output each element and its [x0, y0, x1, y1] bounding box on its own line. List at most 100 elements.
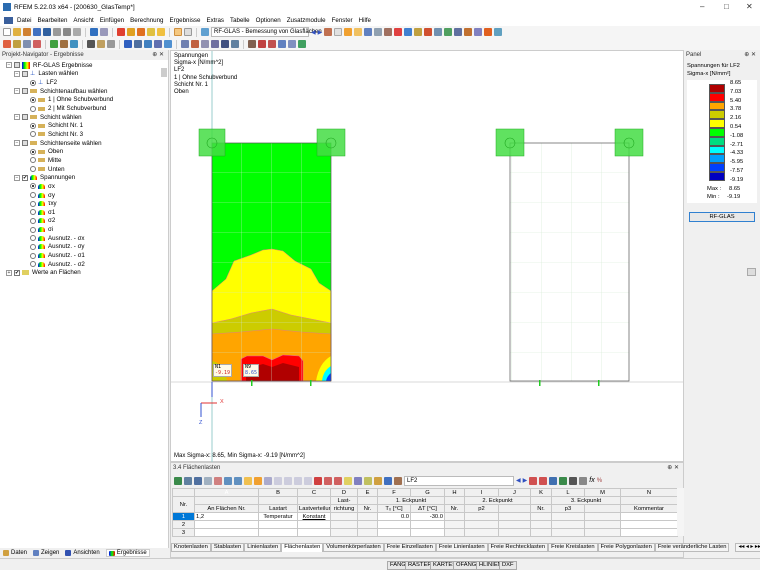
- results-on-icon[interactable]: [344, 28, 353, 36]
- zoom-out-icon[interactable]: [268, 40, 276, 48]
- tab-ergebnisse[interactable]: Ergebnisse: [105, 549, 150, 557]
- redo-icon[interactable]: [254, 476, 262, 485]
- table-cell[interactable]: [330, 528, 358, 537]
- view-toggle-icon[interactable]: [174, 28, 182, 36]
- tool16-icon[interactable]: [494, 28, 503, 36]
- tree-item[interactable]: σi: [30, 225, 53, 234]
- col-icon[interactable]: [344, 476, 352, 485]
- table-cell[interactable]: [498, 512, 531, 521]
- table-cell[interactable]: [357, 520, 378, 529]
- tool15-icon[interactable]: [484, 28, 493, 36]
- tree-item[interactable]: − ✔ Spannungen: [14, 173, 75, 182]
- member-icon[interactable]: [23, 40, 31, 48]
- navigator-scrollbar[interactable]: [160, 62, 168, 540]
- jump-icon[interactable]: [529, 476, 538, 485]
- table-cell[interactable]: 1: [172, 512, 195, 521]
- tree-item[interactable]: 2 | Mit Schubverbund: [30, 104, 106, 113]
- row2-icon[interactable]: [284, 476, 292, 485]
- line-icon[interactable]: [13, 40, 21, 48]
- filter-icon[interactable]: [191, 40, 199, 48]
- table-cell[interactable]: [258, 520, 298, 529]
- checkbox[interactable]: [22, 70, 28, 77]
- tree-item[interactable]: Ausnutz. - σ1: [30, 251, 85, 260]
- tree-item[interactable]: Schicht Nr. 3: [30, 130, 83, 139]
- sheet-tab[interactable]: Volumenkörperlasten: [323, 543, 384, 552]
- panel-pin-close-icon[interactable]: ⊕ ✕: [744, 50, 756, 60]
- column-letter[interactable]: B: [258, 488, 298, 497]
- tool6-icon[interactable]: [394, 28, 403, 36]
- sheet-tab[interactable]: Freie Linienlasten: [435, 543, 488, 552]
- column-letter[interactable]: E: [357, 488, 378, 497]
- radio-button[interactable]: [30, 200, 36, 207]
- tree-item[interactable]: σ2: [30, 217, 55, 226]
- radio-button[interactable]: [30, 131, 36, 138]
- select-icon[interactable]: [384, 476, 392, 485]
- cut-icon[interactable]: [314, 476, 322, 485]
- col2-icon[interactable]: [354, 476, 362, 485]
- table-cell[interactable]: [330, 520, 358, 529]
- load-case-select[interactable]: LF2: [404, 475, 514, 486]
- expand-icon[interactable]: −: [14, 140, 20, 147]
- menu-datei[interactable]: Datei: [17, 17, 31, 24]
- radio-button[interactable]: [30, 261, 36, 268]
- tree-item[interactable]: − Schichtenseite wählen: [14, 139, 102, 148]
- redo-icon[interactable]: [100, 28, 108, 36]
- sheet-tab[interactable]: Freie Einzellasten: [383, 543, 436, 552]
- tool11-icon[interactable]: [444, 28, 453, 36]
- radio-button[interactable]: [30, 157, 36, 164]
- tree-item[interactable]: + ✔ Werte an Flächen: [6, 269, 81, 278]
- table-cell[interactable]: [297, 528, 331, 537]
- print-report-icon[interactable]: [73, 28, 81, 36]
- excel-icon[interactable]: [174, 476, 182, 485]
- panel-icon[interactable]: [147, 28, 155, 36]
- tree-item[interactable]: σy: [30, 191, 55, 200]
- checkbox[interactable]: [22, 140, 28, 147]
- menu-hilfe[interactable]: Hilfe: [359, 17, 371, 24]
- menu-optionen[interactable]: Optionen: [256, 17, 281, 24]
- graphics-view[interactable]: Spannungen Sigma-x [N/mm^2] LF2 1 | Ohne…: [170, 50, 685, 463]
- table-cell[interactable]: [464, 512, 499, 521]
- checkbox[interactable]: ✔: [14, 269, 20, 276]
- table-cell[interactable]: 3: [172, 528, 195, 537]
- tool3-icon[interactable]: [364, 28, 373, 36]
- tree-item[interactable]: Ausnutz. - σx: [30, 234, 85, 243]
- table-cell[interactable]: [620, 528, 678, 537]
- menu-ergebnisse[interactable]: Ergebnisse: [170, 17, 201, 24]
- menu-fenster[interactable]: Fenster: [332, 17, 353, 24]
- maximize-button[interactable]: □: [724, 2, 729, 11]
- menu-bearbeiten[interactable]: Bearbeiten: [37, 17, 67, 24]
- table-cell[interactable]: [551, 528, 585, 537]
- menu-extras[interactable]: Extras: [206, 17, 224, 24]
- tab-ansichten[interactable]: Ansichten: [65, 550, 100, 556]
- print-icon[interactable]: [63, 28, 71, 36]
- radio-button[interactable]: [30, 235, 36, 242]
- load2-icon[interactable]: [60, 40, 68, 48]
- column-letter[interactable]: K: [530, 488, 552, 497]
- tree-item[interactable]: Ausnutz. - σy: [30, 243, 85, 252]
- filter-icon[interactable]: [194, 476, 202, 485]
- undo-icon[interactable]: [244, 476, 252, 485]
- import-icon[interactable]: [224, 476, 232, 485]
- dim-icon[interactable]: [87, 40, 95, 48]
- table-cell[interactable]: [620, 512, 678, 521]
- expand-icon[interactable]: −: [14, 114, 20, 121]
- row3-icon[interactable]: [294, 476, 302, 485]
- display2-icon[interactable]: [164, 40, 172, 48]
- tool14-icon[interactable]: [474, 28, 483, 36]
- tool2-icon[interactable]: [334, 28, 343, 36]
- table2-icon[interactable]: [211, 40, 219, 48]
- table-cell[interactable]: [258, 528, 298, 537]
- tree-item[interactable]: σx: [30, 182, 55, 191]
- table-row[interactable]: 1 1,2 Temperatur Konstant 0.0 -30.0: [172, 512, 678, 521]
- table-cell[interactable]: Temperatur: [258, 512, 298, 521]
- next-icon[interactable]: ▶: [523, 477, 528, 484]
- table-cell[interactable]: [498, 520, 531, 529]
- rf-glas-button[interactable]: RF-GLAS: [689, 212, 755, 222]
- column-letter[interactable]: C: [297, 488, 331, 497]
- percent-icon[interactable]: %: [597, 478, 602, 484]
- table-cell[interactable]: [464, 528, 499, 537]
- radio-button[interactable]: [30, 148, 36, 155]
- column-letter[interactable]: A: [194, 488, 259, 497]
- folder-icon[interactable]: [157, 28, 165, 36]
- table-cell[interactable]: [357, 528, 378, 537]
